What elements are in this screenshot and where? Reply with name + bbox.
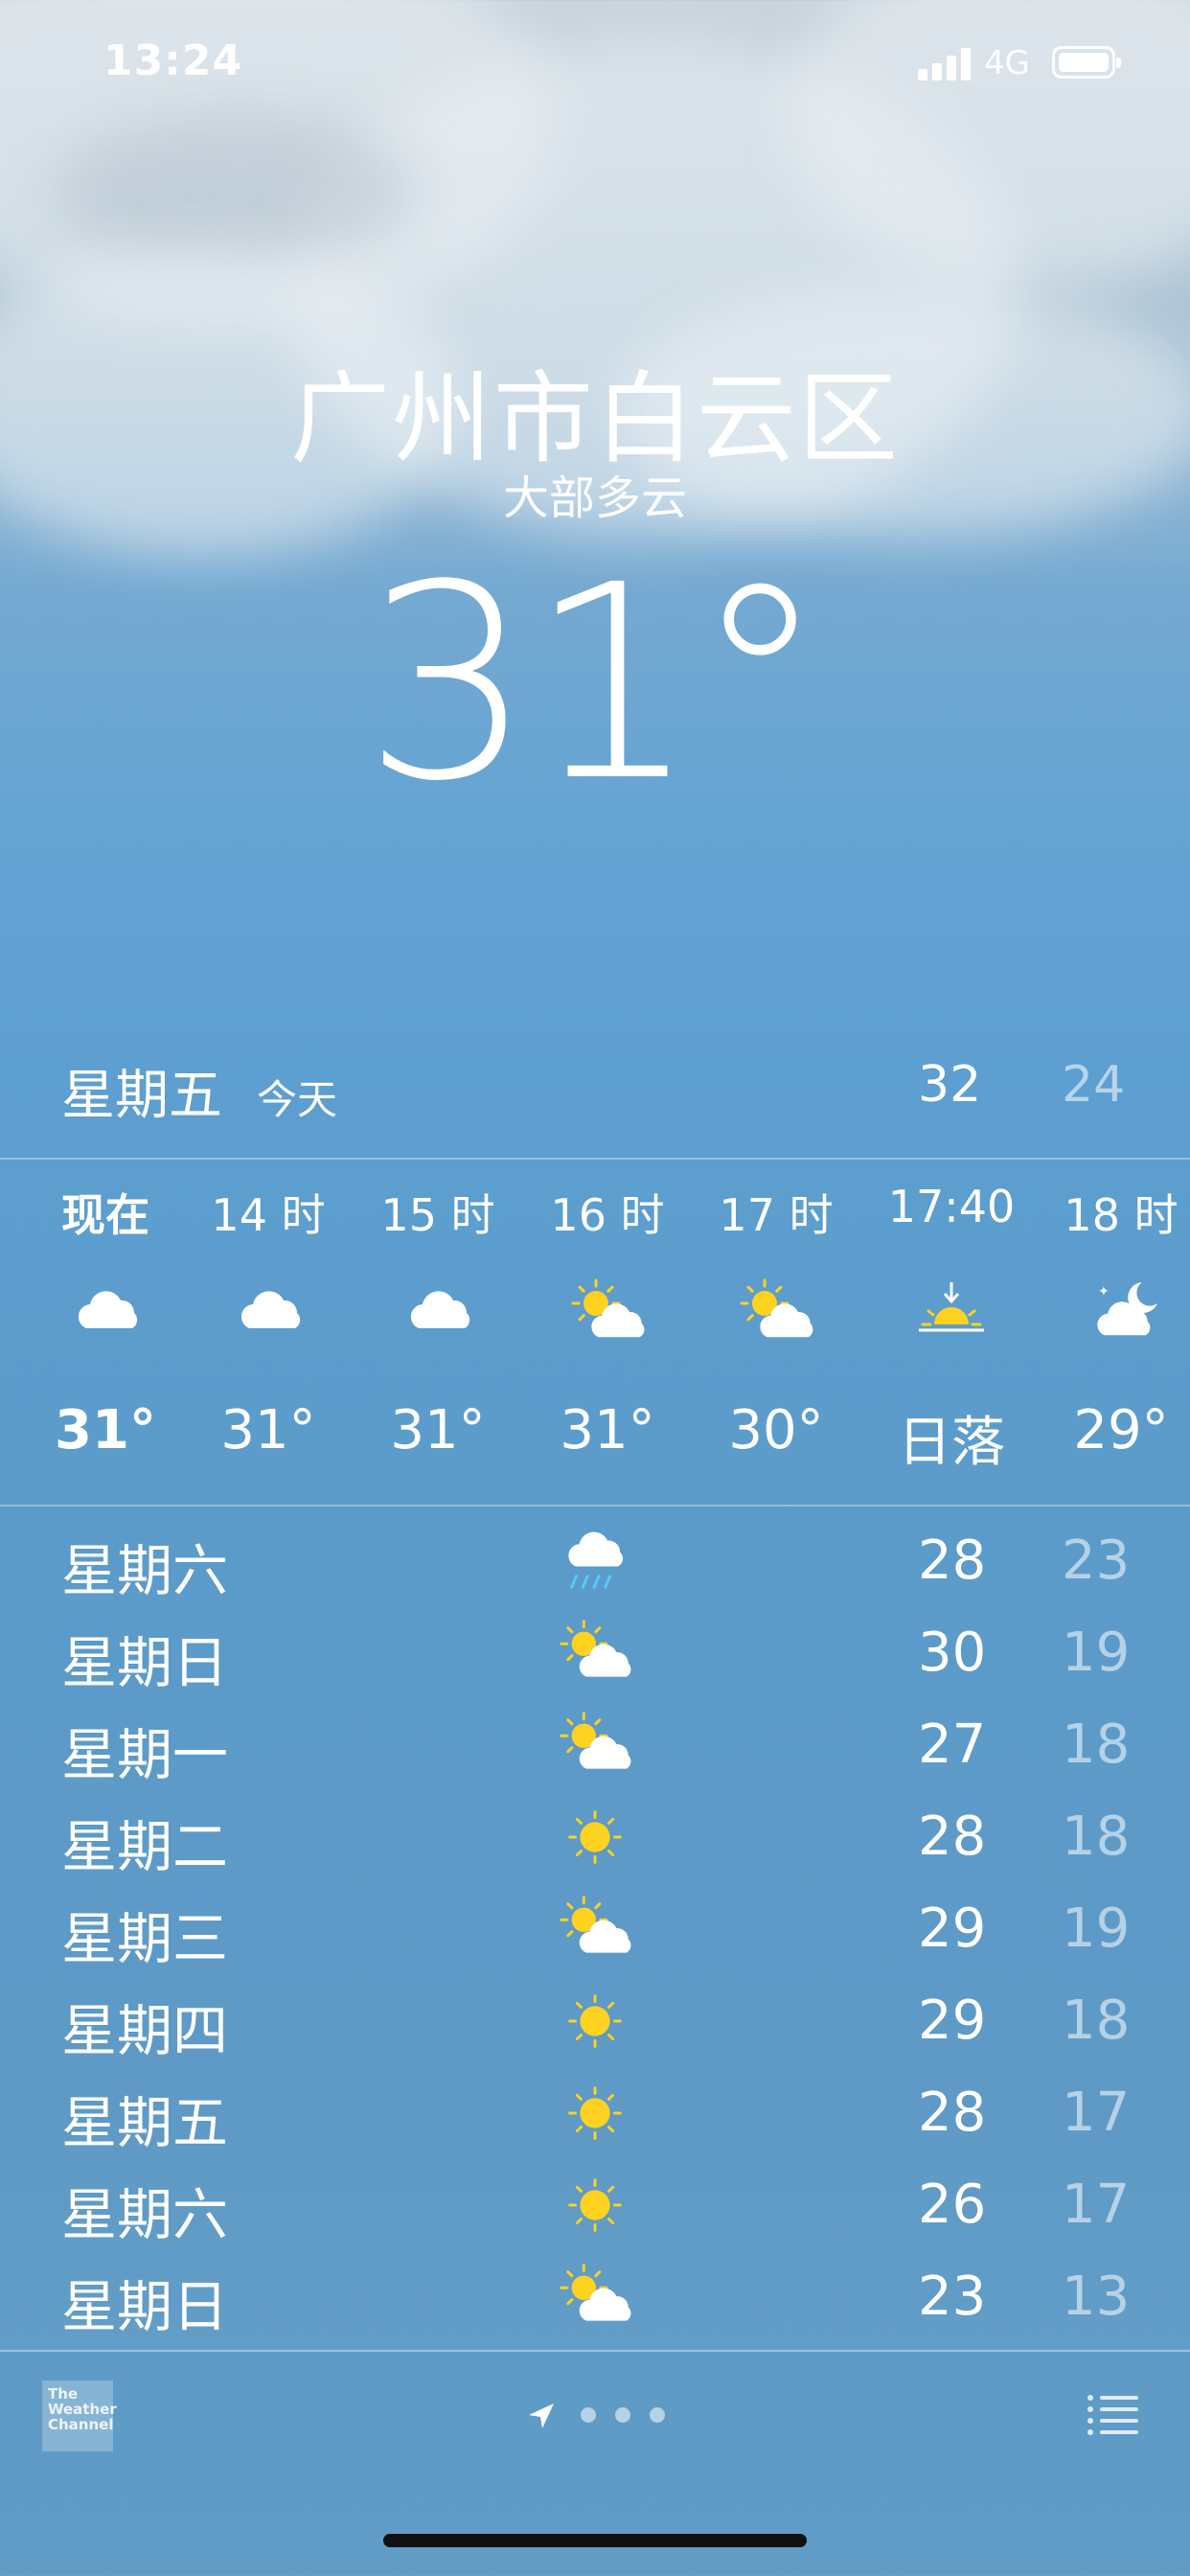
- today-weekday: 星期五: [61, 1065, 222, 1127]
- hour-temp: 31°: [390, 1399, 486, 1461]
- cloud-icon: [230, 1275, 307, 1351]
- list-icon[interactable]: [1087, 2392, 1140, 2436]
- battery-icon: [1052, 46, 1121, 79]
- status-bar: 13:24 4G: [0, 0, 1190, 125]
- partly-sunny-icon: [558, 1616, 632, 1690]
- daily-row: 星期六 26 17: [0, 2160, 1190, 2252]
- svg-text:✦: ✦: [1098, 1284, 1110, 1300]
- day-name: 星期日: [61, 1630, 229, 1695]
- day-high: 29: [918, 1898, 987, 1960]
- day-low: 19: [1062, 1622, 1131, 1684]
- day-name: 星期六: [61, 1538, 229, 1603]
- hour-label: 14 时: [211, 1189, 326, 1241]
- sun-icon: [558, 1800, 632, 1874]
- day-low: 17: [1062, 2174, 1131, 2236]
- hour-label: 16 时: [550, 1189, 665, 1241]
- daily-row: 星期三 29 19: [0, 1884, 1190, 1976]
- hour-item: 15 时 31°: [342, 1160, 534, 1505]
- day-low: 17: [1062, 2082, 1131, 2144]
- day-low: 19: [1062, 1898, 1131, 1960]
- hour-temp: 31°: [560, 1399, 655, 1461]
- day-high: 26: [918, 2174, 987, 2236]
- daily-row: 星期日 30 19: [0, 1608, 1190, 1700]
- day-name: 星期日: [61, 2274, 229, 2339]
- today-low: 24: [1062, 1056, 1126, 1114]
- hour-label: 17 时: [719, 1189, 834, 1241]
- daily-row: 星期四 29 18: [0, 1976, 1190, 2068]
- day-name: 星期四: [61, 1998, 229, 2063]
- daily-row: 星期二 28 18: [0, 1792, 1190, 1884]
- day-name: 星期五: [61, 2090, 229, 2155]
- hour-item: 14 时 31°: [172, 1160, 364, 1505]
- network-type: 4G: [984, 44, 1030, 82]
- day-high: 28: [918, 2082, 987, 2144]
- today-label: 今天: [257, 1076, 338, 1123]
- sun-icon: [558, 2168, 632, 2242]
- hour-label: 17:40: [887, 1181, 1016, 1232]
- hour-label: 18 时: [1064, 1189, 1179, 1241]
- sun-icon: [558, 2076, 632, 2150]
- partly-sunny-icon: [558, 1708, 632, 1782]
- partly-sunny-icon: [558, 2260, 632, 2334]
- cloud-icon: [400, 1275, 476, 1351]
- hour-item: 17 时 30°: [680, 1160, 872, 1505]
- weather-condition: 大部多云: [502, 472, 687, 525]
- hourly-forecast[interactable]: 现在 31° 14 时 31° 15 时 31° 16 时 31° 17 时 3…: [0, 1160, 1190, 1505]
- day-high: 29: [918, 1990, 987, 2052]
- hour-item: 16 时 31°: [512, 1160, 703, 1505]
- hour-temp: 31°: [220, 1399, 316, 1461]
- divider: [0, 1505, 1190, 1506]
- cloud-icon: [67, 1275, 144, 1351]
- day-low: 13: [1062, 2266, 1131, 2328]
- hour-temp: 日落: [898, 1412, 1005, 1474]
- rain-icon: [558, 1524, 632, 1598]
- hour-temp: 29°: [1073, 1399, 1169, 1461]
- partly-sunny-icon: [569, 1275, 646, 1351]
- partly-sunny-icon: [558, 1892, 632, 1966]
- day-low: 18: [1062, 1714, 1131, 1776]
- day-high: 28: [918, 1806, 987, 1868]
- page-dot: [615, 2407, 630, 2423]
- status-time: 13:24: [103, 36, 243, 85]
- daily-row: 星期五 28 17: [0, 2068, 1190, 2160]
- current-temperature: 31°: [362, 528, 828, 840]
- home-indicator[interactable]: [383, 2534, 807, 2547]
- day-high: 23: [918, 2266, 987, 2328]
- day-high: 28: [918, 1530, 987, 1592]
- location-arrow-icon: [529, 2404, 554, 2428]
- page-dot: [581, 2407, 596, 2423]
- partly-cloudy-night-icon: ✦: [1088, 1275, 1165, 1351]
- daily-row: 星期一 27 18: [0, 1700, 1190, 1792]
- partly-sunny-icon: [738, 1275, 814, 1351]
- today-high: 32: [918, 1056, 982, 1114]
- daily-row: 星期六 28 23: [0, 1516, 1190, 1608]
- day-name: 星期二: [61, 1814, 229, 1879]
- day-low: 23: [1062, 1530, 1131, 1592]
- hour-label: 15 时: [380, 1189, 495, 1241]
- hour-temp: 30°: [728, 1399, 824, 1461]
- weather-channel-logo[interactable]: The Weather Channel: [42, 2380, 117, 2451]
- hour-item: 18 时 ✦ 29°: [1031, 1160, 1190, 1505]
- page-dot: [650, 2407, 665, 2423]
- day-name: 星期三: [61, 1906, 229, 1971]
- today-summary: 星期五 今天 32 24: [0, 1052, 1190, 1129]
- day-high: 27: [918, 1714, 987, 1776]
- signal-icon: [918, 48, 972, 80]
- day-low: 18: [1062, 1806, 1131, 1868]
- day-high: 30: [918, 1622, 987, 1684]
- day-name: 星期一: [61, 1722, 229, 1787]
- sun-icon: [558, 1984, 632, 2058]
- hour-item: 17:40 日落: [856, 1160, 1047, 1505]
- day-name: 星期六: [61, 2182, 229, 2247]
- page-indicator[interactable]: [525, 2394, 678, 2436]
- day-low: 18: [1062, 1990, 1131, 2052]
- sunset-icon: [913, 1275, 990, 1351]
- daily-row: 星期日 23 13: [0, 2252, 1190, 2344]
